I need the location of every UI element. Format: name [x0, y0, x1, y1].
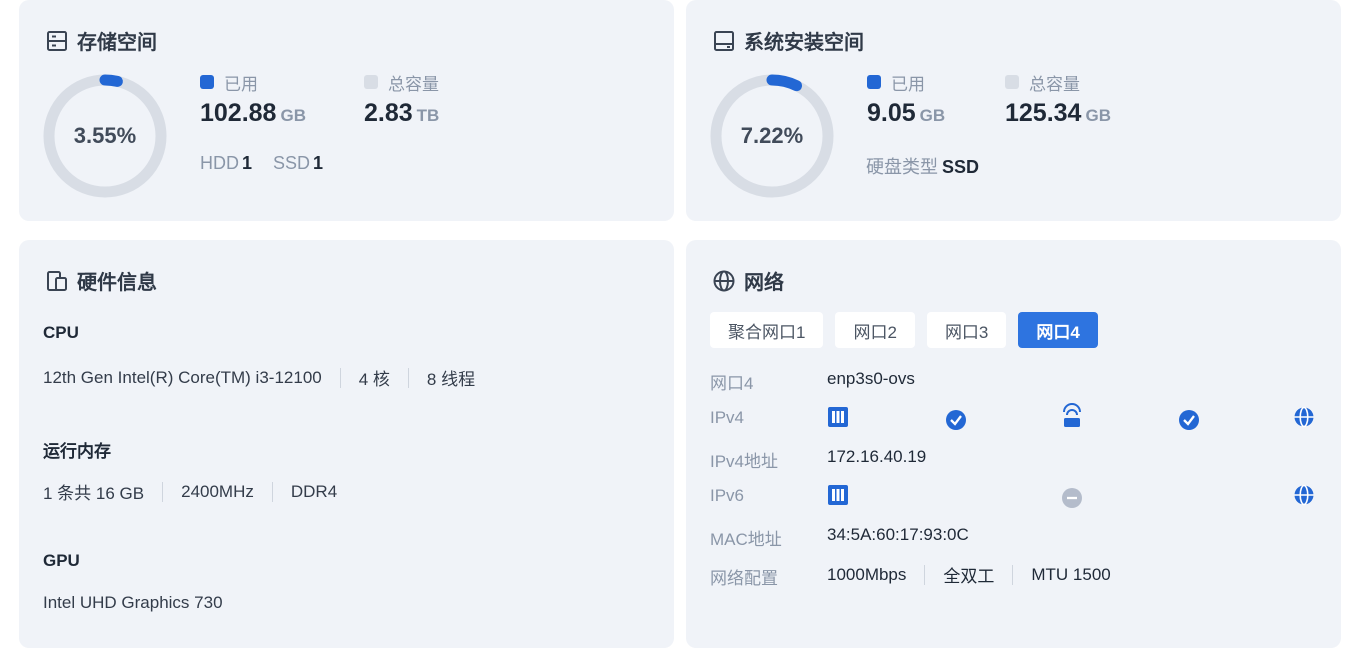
total-swatch — [1005, 75, 1019, 89]
divider — [924, 564, 926, 585]
ipv4-topology — [826, 402, 1316, 432]
divider — [407, 367, 409, 388]
tab-port-aggregate-1[interactable]: 聚合网口1 — [710, 312, 824, 348]
network-card: 网络 聚合网口1 网口2 网口3 网口4 网口4 enp3s0-ovs IPv4 — [686, 240, 1341, 648]
network-card-title: 网络 — [712, 266, 784, 295]
memory-speed: 2400MHz — [181, 481, 254, 501]
ipv4-address-label: IPv4地址 — [710, 452, 779, 471]
storage-total-legend: 总容量 2.83 TB — [364, 70, 439, 128]
divider — [271, 481, 273, 502]
storage-card-title: 存储空间 — [45, 26, 157, 55]
tab-port-4[interactable]: 网口4 — [1018, 312, 1098, 348]
system-used-legend: 已用 9.05 GB — [867, 70, 945, 128]
used-swatch — [200, 75, 214, 89]
ipv4-label: IPv4 — [710, 408, 745, 427]
system-install-card: 系统安装空间 7.22% 已用 9.05 GB 总容量 125.34 GB 硬盘类型… — [686, 0, 1341, 221]
cpu-threads: 8 线程 — [426, 370, 476, 389]
used-label: 已用 — [891, 74, 925, 94]
hdd-count: 1 — [242, 153, 253, 173]
divider — [162, 481, 164, 502]
cpu-cores: 4 核 — [358, 370, 390, 389]
storage-used-value: 102.88 — [200, 99, 277, 127]
devices-icon — [47, 270, 67, 291]
total-label: 总容量 — [1029, 74, 1080, 94]
storage-total-unit: TB — [416, 106, 440, 125]
storage-used-unit: GB — [280, 106, 306, 125]
hard-drive-icon — [714, 30, 734, 51]
tab-port-3[interactable]: 网口3 — [926, 312, 1007, 348]
mac-address-value: 34:5A:60:17:93:0C — [827, 525, 969, 544]
gpu-model: Intel UHD Graphics 730 — [43, 593, 223, 612]
storage-percent: 3.55% — [73, 123, 137, 148]
hdd-label: HDD — [200, 153, 239, 173]
network-config-row: 1000Mbps 全双工 MTU 1500 — [827, 562, 1111, 587]
disk-type-label: 硬盘类型 — [866, 157, 938, 177]
network-config-label: 网络配置 — [710, 569, 778, 588]
port-name-value: enp3s0-ovs — [827, 369, 915, 388]
disk-type: 硬盘类型 SSD — [866, 153, 995, 179]
check-circle-icon — [1179, 410, 1199, 430]
globe-icon — [1294, 406, 1314, 428]
globe-icon — [713, 270, 735, 291]
check-circle-icon — [946, 410, 966, 430]
system-total-unit: GB — [1085, 106, 1111, 125]
ssd-label: SSD — [273, 153, 311, 173]
total-label: 总容量 — [388, 74, 439, 94]
storage-title-text: 存储空间 — [77, 32, 157, 54]
divider — [1012, 564, 1014, 585]
system-title-text: 系统安装空间 — [744, 32, 864, 54]
storage-used-legend: 已用 102.88 GB — [200, 70, 306, 128]
disk-type-value: SSD — [942, 157, 980, 177]
port-tabs: 聚合网口1 网口2 网口3 网口4 — [710, 312, 1098, 348]
router-icon — [1063, 403, 1081, 427]
system-total-legend: 总容量 125.34 GB — [1005, 70, 1111, 128]
gpu-heading: GPU — [43, 551, 80, 570]
ipv4-address-value: 172.16.40.19 — [827, 447, 927, 466]
system-card-title: 系统安装空间 — [712, 26, 864, 55]
storage-total-value: 2.83 — [364, 99, 413, 127]
hardware-title-text: 硬件信息 — [77, 272, 157, 294]
mac-address-label: MAC地址 — [710, 530, 782, 549]
device-icon — [828, 485, 848, 505]
server-icon — [47, 30, 67, 51]
cpu-info-row: 12th Gen Intel(R) Core(TM) i3-12100 4 核 … — [43, 365, 475, 390]
link-speed: 1000Mbps — [827, 564, 907, 584]
gpu-info-row: Intel UHD Graphics 730 — [43, 593, 223, 613]
divider — [339, 367, 341, 388]
memory-info-row: 1 条共 16 GB 2400MHz DDR4 — [43, 479, 337, 504]
port-name-label: 网口4 — [710, 374, 754, 393]
device-icon — [828, 407, 848, 427]
storage-card: 存储空间 3.55% 已用 102.88 GB 总容量 2.83 TB HDD 1 S… — [19, 0, 674, 221]
cpu-heading: CPU — [43, 323, 79, 342]
used-label: 已用 — [224, 74, 258, 94]
memory-heading: 运行内存 — [43, 442, 111, 461]
tab-port-2[interactable]: 网口2 — [835, 312, 915, 348]
total-swatch — [364, 75, 378, 89]
storage-usage-donut: 3.55% — [41, 72, 169, 200]
system-total-value: 125.34 — [1005, 99, 1082, 127]
memory-count: 1 条共 16 GB — [43, 484, 145, 503]
minus-circle-icon — [1062, 488, 1082, 508]
hardware-card: 硬件信息 CPU 12th Gen Intel(R) Core(TM) i3-1… — [19, 240, 674, 648]
system-usage-donut: 7.22% — [708, 72, 836, 200]
system-used-value: 9.05 — [867, 99, 916, 127]
network-title-text: 网络 — [744, 272, 784, 294]
disk-counts: HDD 1 SSD 1 — [200, 153, 339, 174]
cpu-model: 12th Gen Intel(R) Core(TM) i3-12100 — [43, 367, 322, 387]
duplex-mode: 全双工 — [943, 567, 995, 586]
used-swatch — [867, 75, 881, 89]
ipv6-label: IPv6 — [710, 486, 745, 505]
ssd-count: 1 — [313, 153, 324, 173]
memory-type: DDR4 — [290, 481, 338, 501]
system-percent: 7.22% — [740, 123, 804, 148]
ipv6-topology — [826, 480, 1316, 510]
globe-icon — [1294, 484, 1314, 506]
system-used-unit: GB — [919, 106, 946, 125]
mtu-value: MTU 1500 — [1031, 564, 1111, 584]
hardware-card-title: 硬件信息 — [45, 266, 157, 295]
